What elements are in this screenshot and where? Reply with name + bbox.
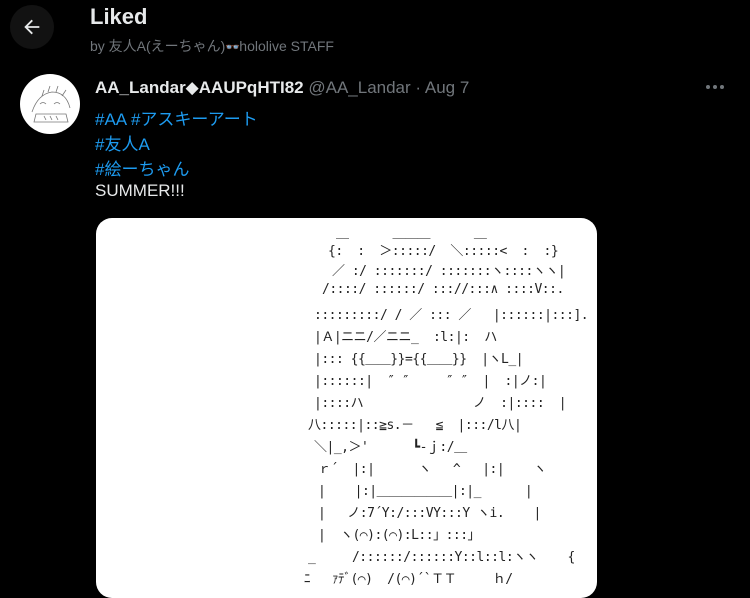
more-options-button[interactable] <box>700 76 730 98</box>
ascii-art: ＿ ＿＿＿ ＿ {: : ＞:::::/ ＼:::::< : :} ／ :/ :… <box>96 218 597 598</box>
tweet-line-3: #絵ーちゃん <box>95 155 189 180</box>
ascii-art-line: |::::ハ ノ :|:::: | <box>314 396 567 411</box>
ascii-art-line: ﾆ ｧﾃﾞ(⌒) /(⌒)´`ＴＴ ｈ/ <box>304 572 513 587</box>
tweet-media-image[interactable]: ＿ ＿＿＿ ＿ {: : ＞:::::/ ＼:::::< : :} ／ :/ :… <box>96 218 597 598</box>
hashtag-link[interactable]: #友人A <box>95 135 150 154</box>
page-title: Liked <box>90 4 148 29</box>
ascii-art-line: |::: {{＿＿}}={{＿＿}} |ヽL_| <box>314 352 524 367</box>
tweet-date[interactable]: Aug 7 <box>425 78 469 97</box>
ascii-art-line: | ヽ(⌒):(⌒):L::」:::」 <box>318 528 481 543</box>
ascii-art-line: 八:::::|::≧s.－ ≦ |:::/l八| <box>308 418 522 433</box>
subtitle-prefix: by 友人A(えーちゃん) <box>90 38 226 54</box>
tweet-line-2: #友人A <box>95 130 150 155</box>
author-name[interactable]: AA_Landar◆AAUPqHTI82 <box>95 78 304 97</box>
ascii-art-line: | ノ:7´Y:/:::VY:::Y ヽi. | <box>318 506 541 521</box>
hashtag-link[interactable]: #AA <box>95 110 126 129</box>
ascii-art-line: /::::/ ::::::/ ::://:::∧ ::::V::. <box>322 282 564 297</box>
ascii-art-line: | |:|＿＿＿＿＿＿|:|_ | <box>318 484 533 499</box>
ascii-art-line: |Ａ|ニニ/／ニニ_ :l:|: ハ <box>314 330 497 345</box>
ascii-art-line: ＿ ＿＿＿ ＿ <box>336 226 487 241</box>
glasses-icon: 👓 <box>225 40 240 54</box>
tweet[interactable]: AA_Landar◆AAUPqHTI82 @AA_Landar · Aug 7 … <box>0 62 750 598</box>
ascii-art-line: _ /::::::/::::::Y::l::l:ヽヽ { <box>308 550 575 565</box>
more-dots-icon <box>706 85 724 89</box>
ascii-art-line: :::::::::/ / ／ ::: ／ |::::::|:::]. <box>314 308 589 323</box>
tweet-header: AA_Landar◆AAUPqHTI82 @AA_Landar · Aug 7 <box>95 78 469 98</box>
back-button[interactable] <box>10 5 54 49</box>
hashtag-link[interactable]: #アスキーアート <box>131 110 258 129</box>
ascii-art-line: |::::::| ″ ″ ″ ″ | :|ノ:| <box>314 374 547 389</box>
ascii-art-line: ｒ´ |:| ヽ ^ |:| ヽ <box>318 462 547 477</box>
ascii-art-line: ／ :/ :::::::/ :::::::ヽ::::ヽヽ| <box>332 264 566 279</box>
page-header: Liked by 友人A(えーちゃん)👓hololive STAFF <box>0 0 750 62</box>
ascii-art-line: {: : ＞:::::/ ＼:::::< : :} <box>328 244 559 259</box>
author-handle[interactable]: @AA_Landar <box>308 78 410 97</box>
avatar-sketch-icon <box>31 85 71 123</box>
arrow-left-icon <box>24 19 40 35</box>
hashtag-link[interactable]: #絵ーちゃん <box>95 160 189 179</box>
tweet-text: SUMMER!!! <box>95 181 185 200</box>
subtitle-suffix: hololive STAFF <box>239 38 334 54</box>
tweet-line-1: #AA #アスキーアート <box>95 105 258 130</box>
avatar[interactable] <box>20 74 80 134</box>
header-separator: · <box>415 78 422 97</box>
page-subtitle: by 友人A(えーちゃん)👓hololive STAFF <box>90 36 334 56</box>
ascii-art-line: ＼|_,＞' ┗-ｊ:/＿ <box>314 440 467 455</box>
